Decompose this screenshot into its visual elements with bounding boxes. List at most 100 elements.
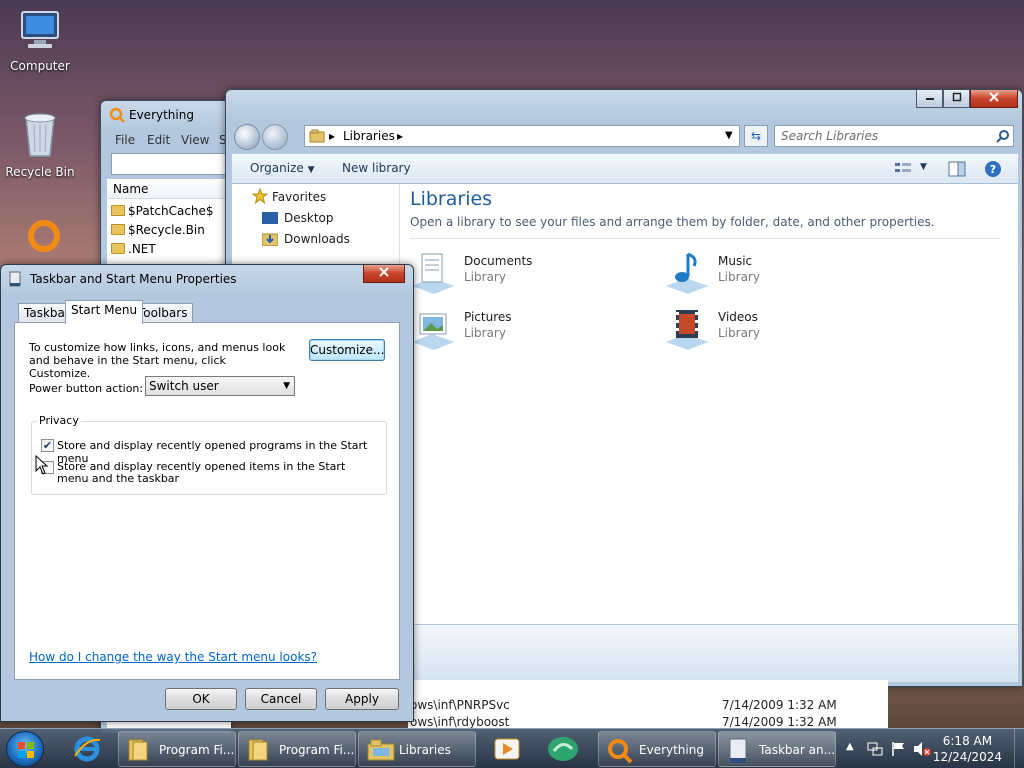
music-library-icon [666, 252, 708, 294]
close-button[interactable] [363, 265, 405, 283]
taskbar: Program Fi... Program Fi... Libraries Ev… [0, 728, 1024, 768]
taskbar-button-taskbar-properties[interactable]: Taskbar an... [718, 731, 836, 767]
maximize-button[interactable] [943, 90, 970, 108]
desktop-icon-recycle-bin[interactable]: Recycle Bin [2, 110, 78, 179]
library-kind: Library [464, 326, 506, 340]
libraries-icon [367, 739, 395, 761]
libraries-content: Libraries Open a library to see your fil… [400, 184, 1018, 624]
background-file-list: ows\inf\PNRPSvc 7/14/2009 1:32 AM ows\in… [408, 680, 888, 729]
recycle-bin-icon [24, 113, 56, 157]
list-item-path[interactable]: ows\inf\PNRPSvc [410, 698, 510, 712]
taskbar-pin-media-player[interactable] [488, 732, 528, 766]
action-center-flag-icon[interactable] [890, 740, 908, 758]
chevron-right-icon[interactable]: ▸ [397, 126, 403, 146]
windows-logo-icon [18, 742, 34, 758]
address-bar[interactable]: ▸ Libraries ▸ ▼ [304, 125, 740, 147]
chevron-down-icon[interactable]: ▼ [725, 126, 733, 146]
taskbar-button-program-files-1[interactable]: Program Fi... [118, 731, 236, 767]
customize-button[interactable]: Customize... [309, 339, 385, 361]
power-button-select[interactable]: Switch user ▼ [145, 376, 295, 396]
system-clock[interactable]: 6:18 AM 12/24/2024 [933, 733, 1002, 765]
divider [410, 238, 1000, 239]
library-kind: Library [464, 270, 506, 284]
library-name: Documents [464, 254, 533, 268]
show-hidden-icons-button[interactable]: ▲ [846, 741, 854, 752]
desktop-icon-computer[interactable]: Computer [2, 10, 78, 73]
minimize-icon [925, 98, 934, 100]
star-icon [252, 188, 268, 204]
everything-shortcut-icon [28, 220, 60, 252]
everything-app-icon [109, 107, 125, 123]
menu-file[interactable]: File [115, 133, 135, 147]
recent-programs-checkbox[interactable]: ✔ [41, 439, 54, 452]
folder-lock-icon [111, 224, 125, 235]
list-item[interactable]: $PatchCache$ [111, 204, 214, 218]
menu-view[interactable]: View [181, 133, 209, 147]
apply-button[interactable]: Apply [325, 688, 399, 710]
view-options-icon[interactable] [894, 161, 912, 177]
taskbar-button-everything[interactable]: Everything [598, 731, 716, 767]
libraries-icon [309, 129, 325, 143]
taskbar-button-program-files-2[interactable]: Program Fi... [238, 731, 356, 767]
organize-button[interactable]: Organize ▼ [250, 161, 315, 175]
folder-icon [111, 243, 125, 254]
ok-button[interactable]: OK [165, 688, 237, 710]
start-menu-panel: To customize how links, icons, and menus… [14, 322, 400, 680]
breadcrumb[interactable]: Libraries [343, 126, 395, 146]
internet-explorer-icon [74, 736, 101, 762]
preview-pane-icon[interactable] [948, 161, 966, 177]
network-icon[interactable] [866, 740, 884, 758]
volume-muted-icon[interactable] [912, 740, 932, 758]
recent-items-label: Store and display recently opened items … [57, 460, 346, 485]
chevron-down-icon[interactable]: ▼ [920, 162, 927, 172]
minimize-button[interactable] [916, 90, 943, 108]
taskbar-button-libraries[interactable]: Libraries [358, 731, 476, 767]
tab-start-menu[interactable]: Start Menu [65, 300, 144, 324]
library-videos[interactable]: Videos Library [664, 306, 864, 354]
help-link[interactable]: How do I change the way the Start menu l… [29, 650, 317, 664]
desktop-icon-label: Computer [10, 59, 70, 73]
refresh-button[interactable]: ⇆ [744, 125, 768, 147]
pictures-library-icon [412, 313, 454, 350]
messenger-icon [548, 737, 578, 761]
desktop-icon-everything[interactable] [24, 218, 64, 261]
close-button[interactable] [970, 90, 1018, 108]
address-row: ▸ Libraries ▸ ▼ ⇆ Search Libraries [226, 122, 1022, 152]
list-item[interactable]: .NET [111, 242, 156, 256]
everything-app-icon [608, 739, 633, 764]
mouse-cursor-icon [35, 455, 49, 475]
new-library-button[interactable]: New library [342, 161, 411, 175]
taskbar-properties-dialog[interactable]: Taskbar and Start Menu Properties Taskba… [0, 264, 414, 722]
nav-downloads[interactable]: Downloads [284, 232, 350, 246]
list-item-path[interactable]: ows\inf\rdyboost [410, 715, 509, 729]
nav-favorites[interactable]: Favorites [272, 190, 326, 204]
start-button[interactable] [6, 731, 44, 767]
taskbar-button-label: Taskbar an... [759, 743, 836, 757]
forward-button[interactable] [262, 124, 288, 150]
show-desktop-button[interactable] [1014, 729, 1024, 768]
taskbar-pin-messenger[interactable] [540, 732, 590, 766]
library-documents[interactable]: Documents Library [410, 250, 610, 298]
library-music[interactable]: Music Library [664, 250, 864, 298]
taskbar-pin-ie[interactable] [66, 732, 110, 766]
nav-desktop[interactable]: Desktop [284, 211, 334, 225]
cancel-button[interactable]: Cancel [245, 688, 317, 710]
search-icon[interactable] [996, 129, 1010, 143]
back-button[interactable] [234, 124, 260, 150]
power-button-label: Power button action: [29, 382, 144, 395]
everything-search-input[interactable] [111, 153, 231, 175]
svg-text:?: ? [990, 163, 996, 176]
column-header-name[interactable]: Name [107, 179, 231, 199]
library-pictures[interactable]: Pictures Library [410, 306, 610, 354]
downloads-icon [262, 233, 278, 246]
search-input[interactable]: Search Libraries [774, 125, 1014, 147]
menu-edit[interactable]: Edit [147, 133, 170, 147]
library-kind: Library [718, 326, 760, 340]
library-name: Videos [718, 310, 758, 324]
desktop-icon-label: Recycle Bin [5, 165, 75, 179]
clock-date: 12/24/2024 [932, 750, 1002, 764]
folder-icon [111, 205, 125, 216]
list-item[interactable]: $Recycle.Bin [111, 223, 205, 237]
privacy-group-label: Privacy [37, 414, 81, 427]
help-icon[interactable]: ? [984, 160, 1002, 178]
